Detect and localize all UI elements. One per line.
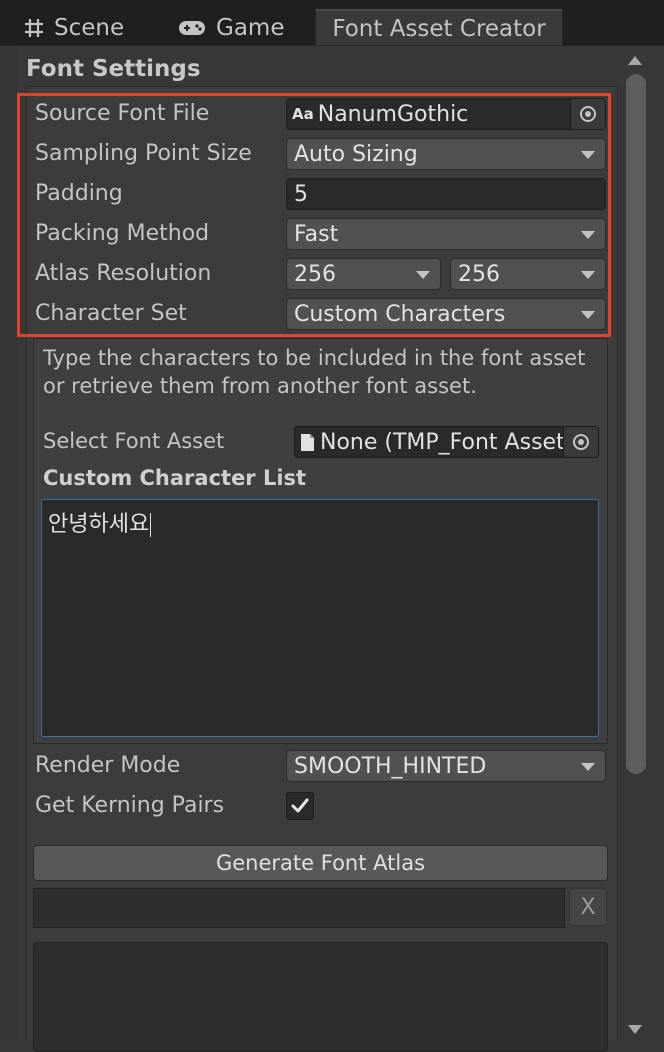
object-picker-icon[interactable]	[563, 427, 598, 457]
kerning-label: Get Kerning Pairs	[35, 793, 225, 818]
kerning-checkbox[interactable]	[286, 792, 314, 820]
scroll-up-icon[interactable]	[628, 56, 642, 65]
file-icon	[300, 433, 315, 452]
gamepad-icon	[178, 19, 206, 37]
help-text: Type the characters to be included in th…	[43, 346, 586, 398]
tab-game[interactable]: Game	[178, 9, 308, 46]
tab-label: Game	[216, 14, 285, 41]
left-rail	[0, 46, 18, 1040]
scrollbar-thumb[interactable]	[626, 74, 646, 774]
output-info-box	[33, 942, 608, 1052]
section-title: Font Settings	[26, 56, 201, 82]
custom-character-list-value: 안녕하세요	[48, 512, 150, 537]
render-mode-label: Render Mode	[35, 753, 181, 778]
tab-font-asset-creator[interactable]: Font Asset Creator	[315, 9, 563, 46]
render-mode-dropdown[interactable]: SMOOTH_HINTED	[286, 750, 606, 782]
custom-character-list-label: Custom Character List	[43, 466, 307, 490]
scroll-down-icon[interactable]	[628, 1025, 642, 1034]
tab-divider	[0, 45, 664, 46]
cancel-button[interactable]: X	[569, 888, 607, 926]
tab-label: Scene	[54, 14, 125, 41]
tab-label: Font Asset Creator	[332, 15, 546, 42]
custom-character-list-input[interactable]: 안녕하세요	[41, 499, 599, 737]
text-cursor	[150, 513, 152, 537]
grid-icon	[24, 18, 44, 38]
select-font-asset-field[interactable]: None (TMP_Font Asset)	[294, 426, 599, 458]
font-asset-value: None (TMP_Font Asset)	[320, 429, 574, 455]
tab-scene[interactable]: Scene	[24, 9, 164, 46]
checkmark-icon	[291, 798, 309, 813]
progress-bar	[33, 888, 565, 928]
select-font-asset-label: Select Font Asset	[43, 429, 225, 453]
dropdown-value: SMOOTH_HINTED	[294, 753, 487, 779]
highlight-box	[17, 93, 611, 337]
chevron-down-icon	[581, 763, 595, 771]
generate-font-atlas-button[interactable]: Generate Font Atlas	[33, 845, 608, 881]
